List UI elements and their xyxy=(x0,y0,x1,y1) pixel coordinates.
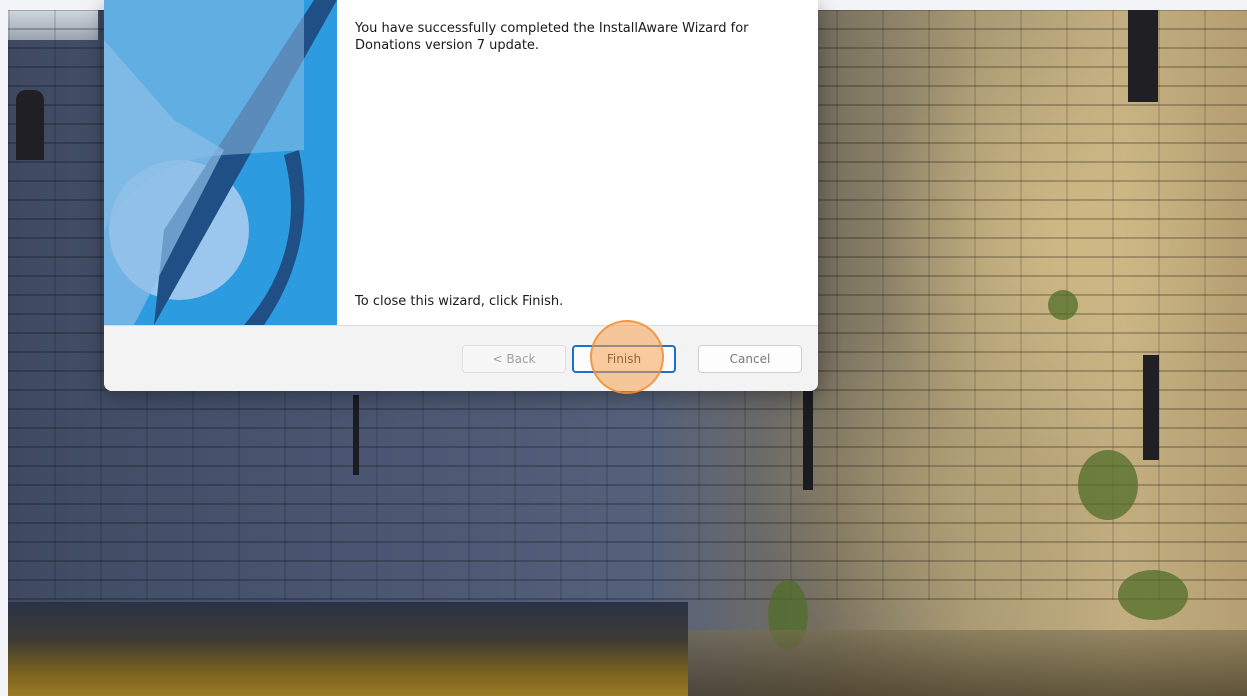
finish-button[interactable]: Finish xyxy=(572,345,676,373)
wallpaper-crack xyxy=(353,395,359,475)
back-button[interactable]: < Back xyxy=(462,345,566,373)
wallpaper-moat-reflection xyxy=(688,630,1247,696)
wallpaper-moss xyxy=(1118,570,1188,620)
wallpaper-arched-window xyxy=(16,90,44,160)
wallpaper-tower-window xyxy=(1128,10,1158,102)
wallpaper-moat xyxy=(8,602,688,696)
installer-wizard-dialog: You have successfully completed the Inst… xyxy=(104,0,818,391)
wallpaper-crack xyxy=(803,390,813,490)
wallpaper-moss xyxy=(1078,450,1138,520)
wizard-content-panel: You have successfully completed the Inst… xyxy=(337,0,818,325)
wallpaper-tower-slit xyxy=(1143,355,1159,460)
cancel-button[interactable]: Cancel xyxy=(698,345,802,373)
completion-message: You have successfully completed the Inst… xyxy=(355,21,749,53)
wallpaper-moss xyxy=(1048,290,1078,320)
wizard-button-bar: < Back Finish Cancel xyxy=(104,325,818,391)
close-instruction: To close this wizard, click Finish. xyxy=(355,294,564,309)
wizard-artwork-svg xyxy=(104,0,337,325)
installaware-logo-art xyxy=(104,0,337,325)
